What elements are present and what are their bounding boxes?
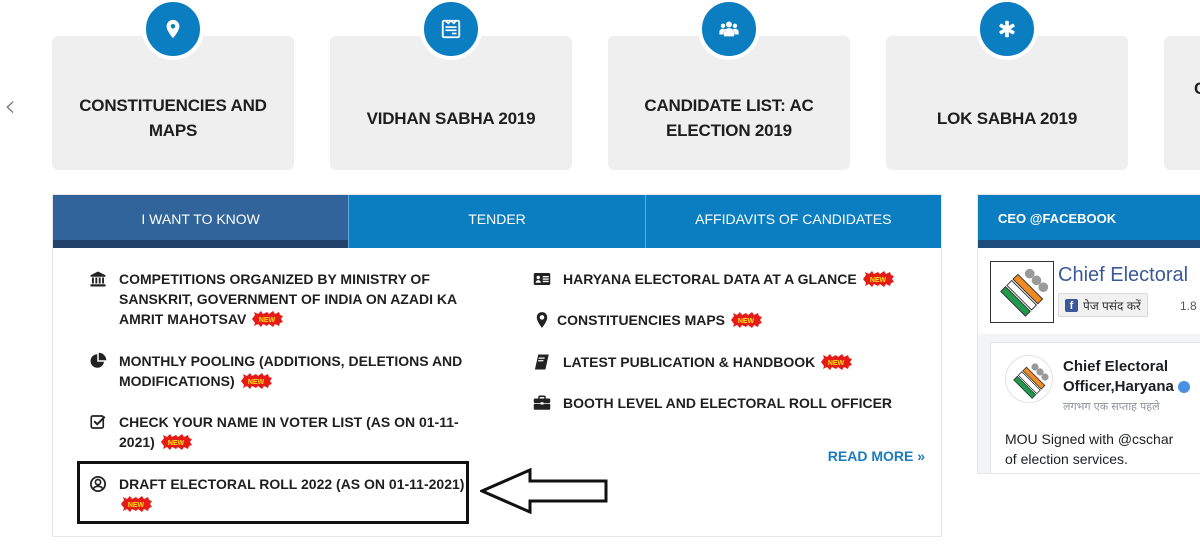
tab-tender[interactable]: TENDER <box>349 195 646 248</box>
card-vidhan-sabha-2019[interactable]: VIDHAN SABHA 2019 <box>330 0 572 170</box>
svg-text:NEW: NEW <box>828 360 845 367</box>
list-item-text: CHECK YOUR NAME IN VOTER LIST (AS ON 01-… <box>119 414 459 451</box>
tab-bar: I WANT TO KNOW TENDER AFFIDAVITS OF CAND… <box>53 195 941 248</box>
eci-logo-icon <box>1013 363 1049 399</box>
users-icon <box>698 0 760 60</box>
list-item-text: HARYANA ELECTORAL DATA AT A GLANCE NEW <box>563 269 895 289</box>
card-title: LOK SABHA 2019 <box>936 108 1078 128</box>
post-author[interactable]: Chief Electoral Officer,Haryana <box>1063 357 1190 397</box>
list-item-competitions[interactable]: COMPETITIONS ORGANIZED BY MINISTRY OF SA… <box>89 269 457 329</box>
tab-label: AFFIDAVITS OF CANDIDATES <box>695 210 892 227</box>
newspaper-icon <box>420 0 482 60</box>
card-candidate-list[interactable]: CANDIDATE LIST: AC ELECTION 2019 <box>608 0 850 170</box>
info-panel: I WANT TO KNOW TENDER AFFIDAVITS OF CAND… <box>52 194 942 537</box>
like-count: 1.8 <box>1180 299 1197 313</box>
svg-text:NEW: NEW <box>738 318 755 325</box>
checkbox-icon <box>89 413 107 431</box>
svg-text:NEW: NEW <box>870 277 887 284</box>
facebook-header: CEO @FACEBOOK <box>978 195 1200 248</box>
list-item-monthly-pooling[interactable]: MONTHLY POOLING (ADDITIONS, DELETIONS AN… <box>89 351 462 391</box>
card-title: CANDIDATE LIST: AC ELECTION 2019 <box>644 96 814 140</box>
tab-label: I WANT TO KNOW <box>141 210 260 227</box>
bank-icon <box>89 270 107 288</box>
list-item-text: BOOTH LEVEL AND ELECTORAL ROLL OFFICER <box>563 395 893 411</box>
post-text: MOU Signed with @cschar of election serv… <box>1005 431 1174 467</box>
card-lok-sabha-2019[interactable]: LOK SABHA 2019 <box>886 0 1128 170</box>
list-item-text: MONTHLY POOLING (ADDITIONS, DELETIONS AN… <box>119 353 463 390</box>
facebook-feed[interactable]: Chief Electoral Officer,Haryana लगभग एक … <box>978 334 1200 473</box>
user-circle-icon <box>89 475 107 493</box>
post-timestamp: लगभग एक सप्ताह पहले <box>1063 401 1160 413</box>
facebook-page-logo[interactable] <box>990 261 1054 323</box>
svg-text:NEW: NEW <box>168 440 185 447</box>
card-title: C <box>1194 76 1200 101</box>
book-icon <box>533 353 551 371</box>
list-item-check-name-in-voter-list[interactable]: CHECK YOUR NAME IN VOTER LIST (AS ON 01-… <box>89 412 459 452</box>
read-more-link[interactable]: READ MORE » <box>828 448 925 464</box>
new-badge: NEW <box>239 373 273 390</box>
carousel-prev-button[interactable]: ‹ <box>4 92 24 122</box>
eci-logo-icon <box>1000 268 1049 317</box>
facebook-widget: CEO @FACEBOOK Chief Electoral f पेज पसंद… <box>977 194 1200 474</box>
svg-text:NEW: NEW <box>259 317 276 324</box>
svg-text:NEW: NEW <box>128 502 145 509</box>
list-item-text: DRAFT ELECTORAL ROLL 2022 (AS ON 01-11-2… <box>119 474 464 514</box>
id-card-icon <box>533 270 551 288</box>
pie-chart-icon <box>89 352 107 370</box>
list-item-constituencies-maps[interactable]: CONSTITUENCIES MAPS NEW <box>533 310 763 330</box>
new-badge: NEW <box>729 312 763 329</box>
card-partial[interactable]: C <box>1164 36 1200 170</box>
facebook-post: Chief Electoral Officer,Haryana लगभग एक … <box>990 342 1200 473</box>
list-item-text: COMPETITIONS ORGANIZED BY MINISTRY OF SA… <box>119 271 458 328</box>
list-item-latest-publication[interactable]: LATEST PUBLICATION & HANDBOOK NEW <box>533 352 853 372</box>
list-item-text: CONSTITUENCIES MAPS NEW <box>557 310 763 330</box>
verified-badge-icon <box>1177 381 1190 394</box>
list-item-booth-level-officer[interactable]: BOOTH LEVEL AND ELECTORAL ROLL OFFICER <box>533 393 892 413</box>
new-badge: NEW <box>861 271 895 288</box>
new-badge: NEW <box>250 311 284 328</box>
briefcase-icon <box>533 394 551 412</box>
svg-text:NEW: NEW <box>247 379 264 386</box>
tab-affidavits-of-candidates[interactable]: AFFIDAVITS OF CANDIDATES <box>645 195 941 248</box>
avatar[interactable] <box>1005 355 1053 403</box>
like-label: पेज पसंद करें <box>1083 298 1141 313</box>
list-item-text: LATEST PUBLICATION & HANDBOOK NEW <box>563 352 853 372</box>
card-title: CONSTITUENCIES AND MAPS <box>79 96 267 140</box>
tab-i-want-to-know[interactable]: I WANT TO KNOW <box>53 195 350 248</box>
facebook-like-button[interactable]: f पेज पसंद करें <box>1058 293 1148 317</box>
tab-label: TENDER <box>468 210 526 227</box>
card-title: VIDHAN SABHA 2019 <box>366 108 536 128</box>
list-item-draft-electoral-roll[interactable]: DRAFT ELECTORAL ROLL 2022 (AS ON 01-11-2… <box>89 474 464 514</box>
list-item-haryana-electoral-data[interactable]: HARYANA ELECTORAL DATA AT A GLANCE NEW <box>533 269 895 289</box>
card-constituencies-and-maps[interactable]: CONSTITUENCIES AND MAPS <box>52 0 294 170</box>
facebook-page-name[interactable]: Chief Electoral <box>1058 264 1188 287</box>
map-marker-icon <box>533 311 551 329</box>
new-badge: NEW <box>819 354 853 371</box>
new-badge: NEW <box>159 434 193 451</box>
map-marker-icon <box>142 0 204 60</box>
facebook-icon: f <box>1065 298 1078 312</box>
new-badge: NEW <box>119 496 153 513</box>
asterisk-icon <box>976 0 1038 60</box>
